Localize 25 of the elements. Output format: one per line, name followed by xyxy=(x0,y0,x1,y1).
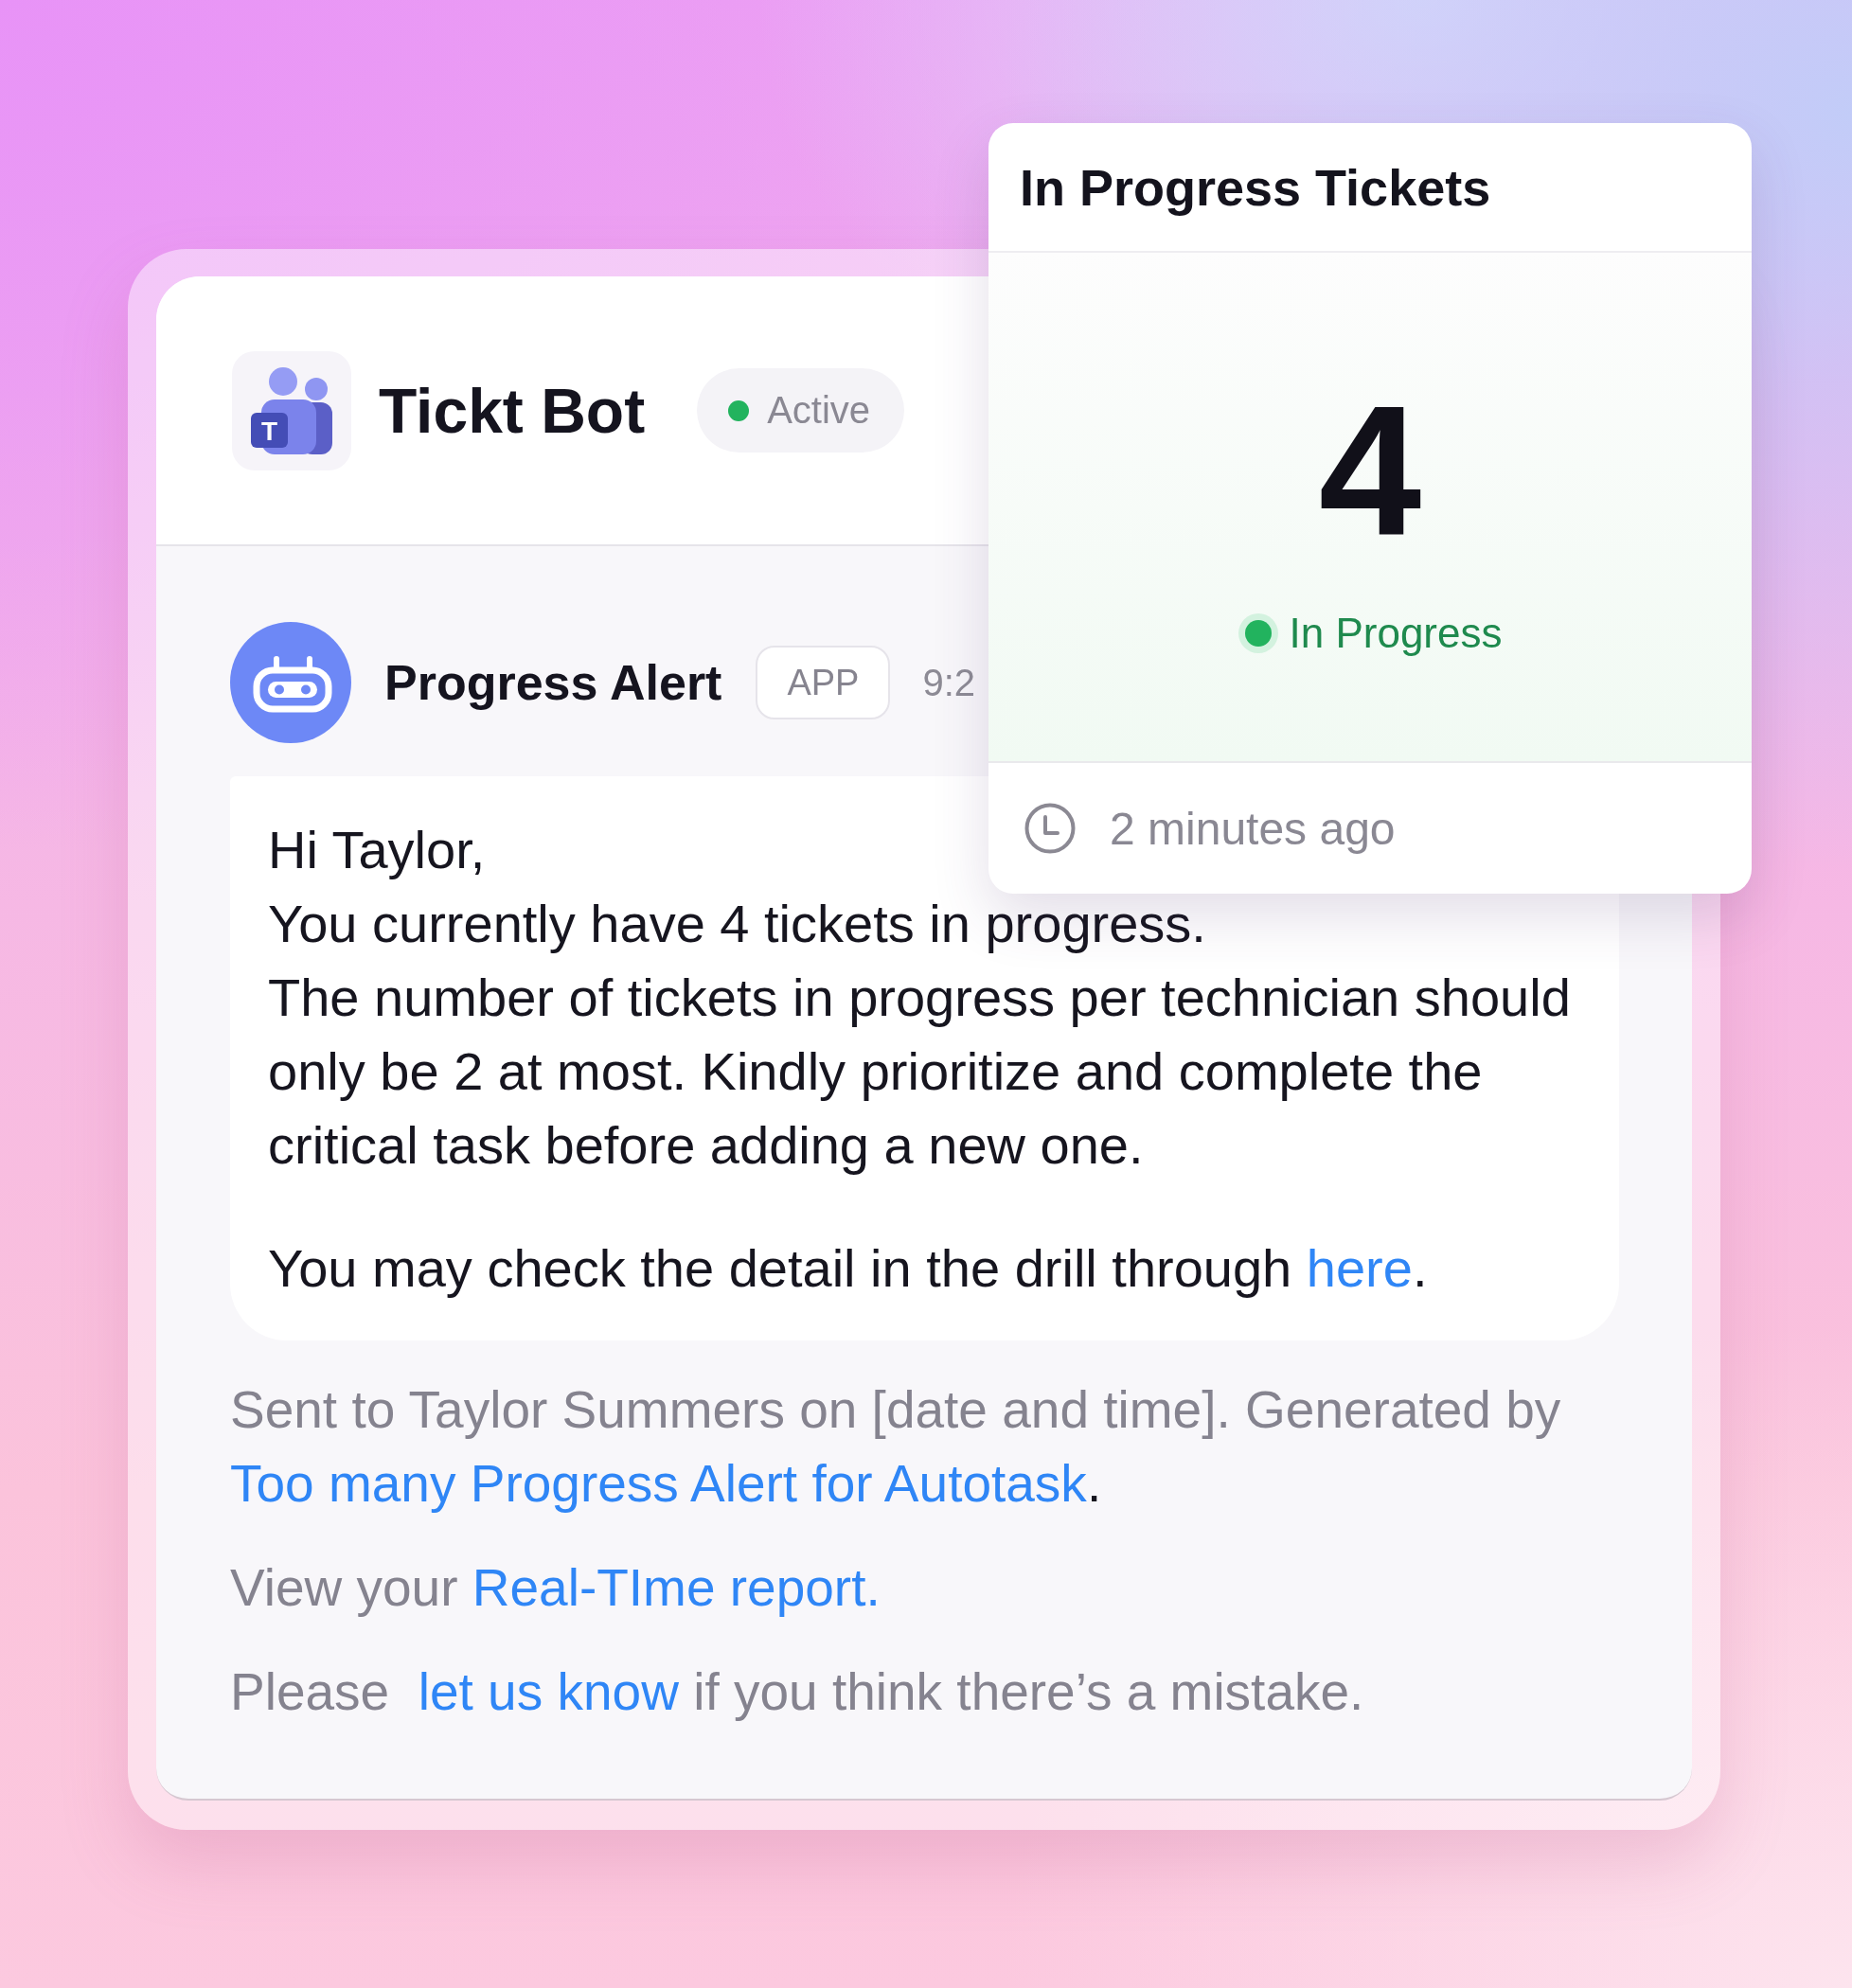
app-badge: APP xyxy=(756,646,891,719)
footer-note: Please let us know if you think there’s a mistake. xyxy=(230,1661,1365,1723)
clock-icon xyxy=(1024,803,1076,854)
message-text: Hi Taylor, xyxy=(268,822,486,879)
robot-icon xyxy=(230,622,351,743)
status-label: Active xyxy=(767,389,871,432)
ticket-status: In Progress xyxy=(1289,610,1503,657)
bot-name: Tickt Bot xyxy=(379,374,646,447)
sender-name: Progress Alert xyxy=(384,654,722,711)
message-text: You may check the detail in the drill through here. xyxy=(268,1237,1429,1300)
text-link[interactable]: here xyxy=(1306,1238,1413,1298)
footer-note: Sent to Taylor Summers on [date and time]. Generated by Too many Progress Alert for Autotask. xyxy=(230,1379,1562,1515)
text-link[interactable]: let us know xyxy=(418,1662,679,1721)
footer-note: View your Real-TIme report. xyxy=(230,1557,881,1619)
card-title: In Progress Tickets xyxy=(1020,157,1491,217)
text-link[interactable]: Too many Progress Alert for Autotask xyxy=(230,1454,1087,1513)
updated-time: 2 minutes ago xyxy=(1110,802,1396,855)
message-text: You currently have 4 tickets in progress. xyxy=(268,896,1206,952)
status-dot-icon xyxy=(728,399,750,421)
text-link[interactable]: Real-TIme report. xyxy=(472,1558,881,1617)
status-dot-icon xyxy=(1238,613,1278,653)
people-app-icon: T xyxy=(232,350,351,470)
ticket-count: 4 xyxy=(1318,378,1422,562)
message-time: 9:2 xyxy=(922,661,976,704)
message-text: The number of tickets in progress per technician should only be 2 at most. Kindly prioritize and complete the critical task before adding a new one. xyxy=(268,967,1572,1177)
